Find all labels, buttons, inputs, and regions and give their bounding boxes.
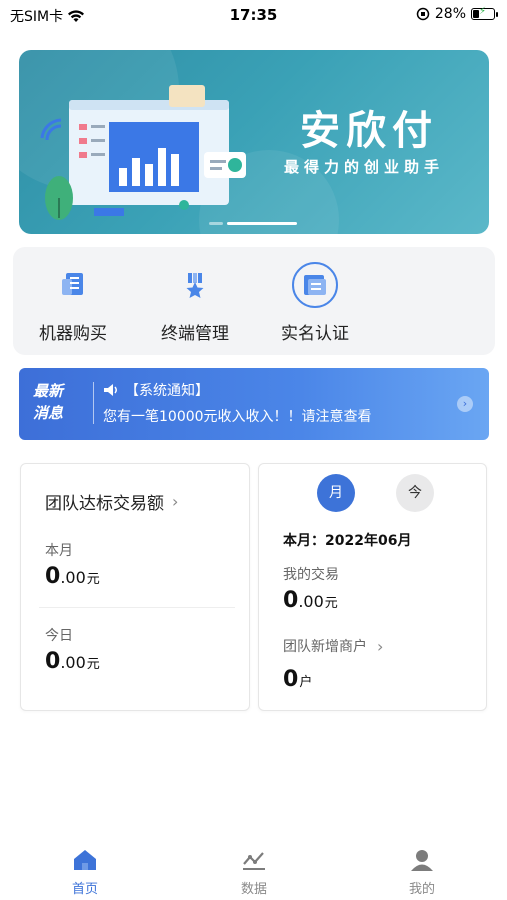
toggle-month-button[interactable]: 月 bbox=[317, 474, 355, 512]
new-merchants-label: 团队新增商户 bbox=[283, 639, 367, 655]
notice-text: 您有一笔10000元收入收入！！请注意查看 bbox=[103, 409, 372, 425]
today-label: 今日 bbox=[45, 628, 73, 644]
tab-label: 我的 bbox=[408, 882, 435, 897]
card-divider bbox=[39, 607, 235, 608]
month-unit: 元 bbox=[86, 572, 100, 587]
dashboard-illustration bbox=[40, 85, 246, 220]
month-value-dec: .00 bbox=[60, 568, 86, 587]
pagination-dot-active bbox=[227, 222, 297, 225]
chevron-right-icon: › bbox=[377, 636, 384, 656]
my-trade-label: 我的交易 bbox=[283, 567, 339, 583]
orientation-lock-icon bbox=[416, 7, 430, 21]
notice-head: 【系统通知】 bbox=[103, 380, 209, 400]
quick-item-machine-purchase[interactable]: 机器购买 bbox=[18, 261, 128, 344]
medal-icon bbox=[171, 261, 219, 309]
new-merchants-unit: 户 bbox=[299, 675, 313, 690]
battery-percent: 28% bbox=[434, 6, 466, 22]
quick-item-label: 实名认证 bbox=[281, 324, 349, 344]
banner-pagination bbox=[209, 222, 297, 225]
status-bar: 无SIM卡 17:35 28% ⚡ bbox=[0, 0, 507, 30]
battery-icon: ⚡ bbox=[471, 6, 498, 20]
tab-mine[interactable]: 我的 bbox=[382, 846, 462, 897]
new-merchants-value: 0户 bbox=[283, 667, 312, 692]
promo-banner[interactable]: 安欣付 最得力的创业助手 bbox=[19, 50, 489, 234]
user-icon bbox=[382, 846, 462, 874]
month-label: 本月 bbox=[45, 543, 73, 559]
quick-menu: 机器购买 终端管理 实名认证 bbox=[13, 247, 495, 355]
period-text: 本月：2022年06月 bbox=[283, 533, 412, 549]
tab-label: 首页 bbox=[71, 882, 98, 897]
id-card-icon bbox=[291, 261, 339, 309]
status-right: 28% ⚡ bbox=[416, 6, 498, 22]
month-value-int: 0 bbox=[45, 564, 61, 589]
home-icon bbox=[45, 846, 125, 874]
quick-item-terminal-management[interactable]: 终端管理 bbox=[140, 261, 250, 344]
my-trade-unit: 元 bbox=[324, 596, 338, 611]
chart-icon bbox=[214, 846, 294, 874]
notice-head-text: 【系统通知】 bbox=[125, 383, 209, 399]
quick-item-label: 机器购买 bbox=[39, 324, 107, 344]
shopping-doc-icon bbox=[49, 261, 97, 309]
team-volume-card[interactable]: 团队达标交易额 › 本月 0.00元 今日 0.00元 bbox=[20, 463, 250, 711]
my-trade-value: 0.00元 bbox=[283, 588, 338, 613]
banner-title: 安欣付 bbox=[300, 108, 438, 154]
pagination-dot bbox=[209, 222, 223, 225]
tab-home[interactable]: 首页 bbox=[45, 846, 125, 897]
chevron-right-icon: › bbox=[172, 492, 179, 511]
today-value-int: 0 bbox=[45, 649, 61, 674]
today-value: 0.00元 bbox=[45, 649, 100, 674]
system-notice[interactable]: 最新 消息 【系统通知】 您有一笔10000元收入收入！！请注意查看 › bbox=[19, 368, 489, 440]
today-unit: 元 bbox=[86, 657, 100, 672]
notice-divider bbox=[93, 382, 94, 424]
speaker-icon bbox=[104, 384, 117, 396]
today-value-dec: .00 bbox=[60, 653, 86, 672]
tab-data[interactable]: 数据 bbox=[214, 846, 294, 897]
team-volume-title[interactable]: 团队达标交易额 › bbox=[45, 489, 178, 514]
banner-subtitle: 最得力的创业助手 bbox=[283, 158, 444, 176]
new-merchants-int: 0 bbox=[283, 667, 299, 692]
my-trade-dec: .00 bbox=[298, 592, 324, 611]
month-value: 0.00元 bbox=[45, 564, 100, 589]
tab-label: 数据 bbox=[240, 882, 267, 897]
quick-item-label: 终端管理 bbox=[161, 324, 229, 344]
new-merchants-link[interactable]: 团队新增商户 › bbox=[283, 636, 383, 656]
quick-item-real-name-auth[interactable]: 实名认证 bbox=[260, 261, 370, 344]
notice-tag-line2: 消息 bbox=[33, 404, 64, 422]
toggle-today-button[interactable]: 今 bbox=[396, 474, 434, 512]
notice-tag-line1: 最新 bbox=[33, 382, 64, 400]
notice-tag: 最新 消息 bbox=[33, 380, 63, 424]
my-stats-card: 月 今 本月：2022年06月 我的交易 0.00元 团队新增商户 › 0户 bbox=[258, 463, 487, 711]
chevron-right-icon[interactable]: › bbox=[457, 396, 473, 412]
team-volume-title-text: 团队达标交易额 bbox=[45, 494, 164, 514]
my-trade-int: 0 bbox=[283, 588, 299, 613]
bottom-tab-bar: 首页 数据 我的 bbox=[0, 838, 507, 900]
